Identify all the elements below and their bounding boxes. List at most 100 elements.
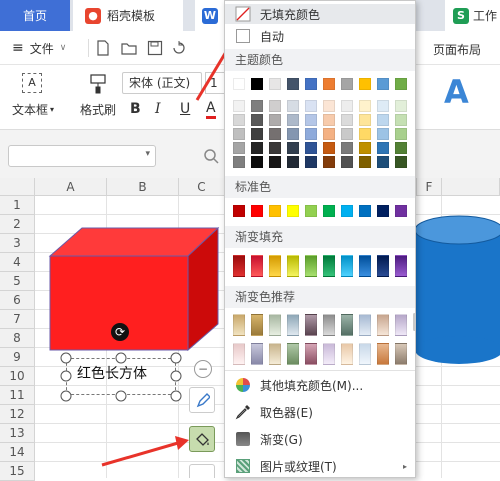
row-header[interactable]: 5 xyxy=(0,272,35,291)
standard-color-swatch[interactable] xyxy=(269,205,281,217)
theme-color-swatch[interactable] xyxy=(377,78,389,90)
red-cuboid-shape[interactable] xyxy=(40,222,230,352)
row-header[interactable]: 1 xyxy=(0,196,35,215)
column-header-a[interactable]: A xyxy=(35,178,107,196)
scrollbar-thumb[interactable] xyxy=(413,313,416,331)
row-header[interactable]: 11 xyxy=(0,386,35,405)
gradient-recommended-swatch[interactable] xyxy=(359,314,371,336)
gradient-recommended-swatch[interactable] xyxy=(269,314,281,336)
gradient-recommended-swatch[interactable] xyxy=(323,343,335,365)
gradient-fill-swatch[interactable] xyxy=(233,255,245,277)
theme-shade-swatch[interactable] xyxy=(377,114,389,126)
row-header[interactable]: 12 xyxy=(0,405,35,424)
column-header-c[interactable]: C xyxy=(179,178,225,196)
theme-color-swatch[interactable] xyxy=(359,78,371,90)
theme-shade-swatch[interactable] xyxy=(287,114,299,126)
theme-shade-swatch[interactable] xyxy=(377,128,389,140)
gradient-recommended-swatch[interactable] xyxy=(251,343,263,365)
theme-shade-swatch[interactable] xyxy=(251,142,263,154)
theme-shade-swatch[interactable] xyxy=(359,100,371,112)
format-painter-button[interactable]: 格式刷 xyxy=(80,101,116,118)
gradient-recommended-swatch[interactable] xyxy=(305,343,317,365)
theme-shade-swatch[interactable] xyxy=(341,156,353,168)
blue-cylinder-shape[interactable] xyxy=(413,210,500,370)
theme-shade-swatch[interactable] xyxy=(287,156,299,168)
theme-shade-swatch[interactable] xyxy=(305,100,317,112)
theme-color-swatch[interactable] xyxy=(233,78,245,90)
gradient-recommended-swatch[interactable] xyxy=(233,343,245,365)
theme-shade-swatch[interactable] xyxy=(395,156,407,168)
theme-shade-swatch[interactable] xyxy=(377,142,389,154)
wordart-style-a[interactable]: A xyxy=(444,73,469,111)
selection-handles[interactable] xyxy=(59,351,187,403)
theme-shade-swatch[interactable] xyxy=(341,142,353,154)
underline-button[interactable]: U xyxy=(180,101,190,117)
shape-style-button[interactable] xyxy=(189,387,215,413)
textbox-button[interactable]: 文本框 ▾ xyxy=(12,101,54,118)
theme-shade-swatch[interactable] xyxy=(323,156,335,168)
theme-shade-swatch[interactable] xyxy=(269,100,281,112)
theme-shade-swatch[interactable] xyxy=(305,142,317,154)
gradient-fill-swatch[interactable] xyxy=(323,255,335,277)
standard-color-swatch[interactable] xyxy=(323,205,335,217)
page-layout-menu[interactable]: 页面布局 xyxy=(433,41,481,58)
theme-shade-swatch[interactable] xyxy=(395,142,407,154)
theme-shade-swatch[interactable] xyxy=(305,114,317,126)
theme-shade-swatch[interactable] xyxy=(323,142,335,154)
gradient-fill-swatch[interactable] xyxy=(251,255,263,277)
no-fill-color-option[interactable]: 无填充颜色 xyxy=(225,4,415,24)
export-icon[interactable] xyxy=(171,40,187,56)
font-size-select[interactable]: 1 xyxy=(205,72,225,94)
row-header[interactable]: 3 xyxy=(0,234,35,253)
theme-shade-swatch[interactable] xyxy=(251,128,263,140)
font-color-button[interactable]: A xyxy=(206,101,216,119)
gradient-recommended-swatch[interactable] xyxy=(305,314,317,336)
theme-shade-swatch[interactable] xyxy=(341,114,353,126)
column-header-f[interactable]: F xyxy=(416,178,442,196)
theme-shade-swatch[interactable] xyxy=(287,142,299,154)
gradient-recommended-swatch[interactable] xyxy=(233,314,245,336)
row-header[interactable]: 14 xyxy=(0,443,35,462)
theme-shade-swatch[interactable] xyxy=(377,156,389,168)
row-header[interactable]: 6 xyxy=(0,291,35,310)
theme-shade-swatch[interactable] xyxy=(251,100,263,112)
theme-shade-swatch[interactable] xyxy=(377,100,389,112)
theme-shade-swatch[interactable] xyxy=(323,128,335,140)
row-header[interactable]: 7 xyxy=(0,310,35,329)
theme-shade-swatch[interactable] xyxy=(233,142,245,154)
standard-color-swatch[interactable] xyxy=(377,205,389,217)
gradient-fill-swatch[interactable] xyxy=(341,255,353,277)
theme-shade-swatch[interactable] xyxy=(269,114,281,126)
theme-shade-swatch[interactable] xyxy=(287,128,299,140)
gradient-recommended-swatch[interactable] xyxy=(323,314,335,336)
theme-shade-swatch[interactable] xyxy=(395,100,407,112)
theme-shade-swatch[interactable] xyxy=(395,128,407,140)
italic-button[interactable]: I xyxy=(155,101,161,117)
row-header[interactable]: 10 xyxy=(0,367,35,386)
auto-color-option[interactable]: 自动 xyxy=(225,25,415,47)
gradient-fill-swatch[interactable] xyxy=(377,255,389,277)
theme-shade-swatch[interactable] xyxy=(305,128,317,140)
theme-color-swatch[interactable] xyxy=(269,78,281,90)
row-header[interactable]: 9 xyxy=(0,348,35,367)
gradient-recommended-swatch[interactable] xyxy=(359,343,371,365)
gradient-recommended-swatch[interactable] xyxy=(287,343,299,365)
name-box[interactable]: ▾ xyxy=(8,145,156,167)
theme-shade-swatch[interactable] xyxy=(395,114,407,126)
theme-color-swatch[interactable] xyxy=(287,78,299,90)
standard-color-swatch[interactable] xyxy=(251,205,263,217)
theme-color-swatch[interactable] xyxy=(341,78,353,90)
standard-color-swatch[interactable] xyxy=(341,205,353,217)
open-folder-icon[interactable] xyxy=(121,40,137,56)
select-all-corner[interactable] xyxy=(0,178,35,196)
theme-shade-swatch[interactable] xyxy=(251,156,263,168)
zoom-icon[interactable] xyxy=(203,148,219,164)
gradient-recommended-swatch[interactable] xyxy=(269,343,281,365)
theme-shade-swatch[interactable] xyxy=(305,156,317,168)
theme-shade-swatch[interactable] xyxy=(359,114,371,126)
gradient-recommended-swatch[interactable] xyxy=(395,314,407,336)
theme-shade-swatch[interactable] xyxy=(341,128,353,140)
standard-color-swatch[interactable] xyxy=(287,205,299,217)
gradient-recommended-swatch[interactable] xyxy=(395,343,407,365)
bold-button[interactable]: B xyxy=(130,101,141,117)
